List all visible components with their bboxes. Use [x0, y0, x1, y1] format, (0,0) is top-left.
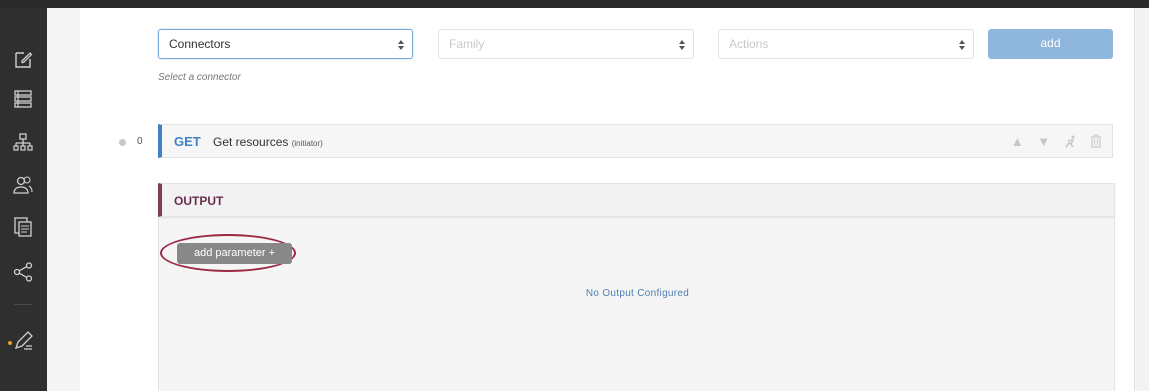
list-icon[interactable]: [12, 88, 34, 110]
output-panel: OUTPUT add parameter + No Output Configu…: [158, 183, 1115, 391]
sidebar: [0, 8, 47, 391]
pen-edit-icon[interactable]: [12, 330, 34, 352]
output-header[interactable]: OUTPUT: [158, 183, 1115, 217]
select-arrows-icon: [398, 40, 404, 50]
sidebar-divider: [14, 304, 32, 305]
connectors-select-value: Connectors: [169, 37, 231, 51]
left-gutter: [47, 8, 80, 391]
move-down-icon[interactable]: ▼: [1037, 134, 1050, 149]
family-select-placeholder: Family: [449, 37, 485, 51]
actions-select[interactable]: Actions: [718, 29, 974, 59]
users-icon[interactable]: [12, 174, 34, 196]
trash-icon[interactable]: [1090, 134, 1102, 149]
edit-icon[interactable]: [12, 48, 34, 70]
step-title-text: Get resources: [213, 135, 289, 149]
step-row[interactable]: GET Get resources (initiator) ▲ ▼: [158, 124, 1113, 158]
step-title: Get resources (initiator): [213, 135, 323, 149]
step-index: 0: [137, 136, 143, 147]
org-chart-icon[interactable]: [12, 132, 34, 154]
family-select[interactable]: Family: [438, 29, 694, 59]
http-method: GET: [174, 134, 201, 149]
top-border: [0, 0, 1149, 8]
empty-output-message: No Output Configured: [585, 288, 690, 299]
share-icon[interactable]: [12, 261, 34, 283]
right-scroll-track[interactable]: [1134, 8, 1149, 391]
documents-icon[interactable]: [12, 216, 34, 238]
move-up-icon[interactable]: ▲: [1011, 134, 1024, 149]
select-arrows-icon: [959, 40, 965, 50]
add-parameter-button[interactable]: add parameter +: [177, 243, 292, 264]
actions-select-placeholder: Actions: [729, 37, 769, 51]
add-button[interactable]: add: [988, 29, 1113, 59]
select-arrows-icon: [679, 40, 685, 50]
step-actions: ▲ ▼: [1002, 133, 1102, 151]
connectors-select[interactable]: Connectors: [158, 29, 413, 59]
output-title: OUTPUT: [174, 194, 224, 208]
run-icon[interactable]: [1064, 134, 1077, 149]
connector-hint: Select a connector: [158, 72, 241, 83]
step-status-dot: [119, 139, 126, 146]
step-subtitle: (initiator): [291, 139, 323, 148]
